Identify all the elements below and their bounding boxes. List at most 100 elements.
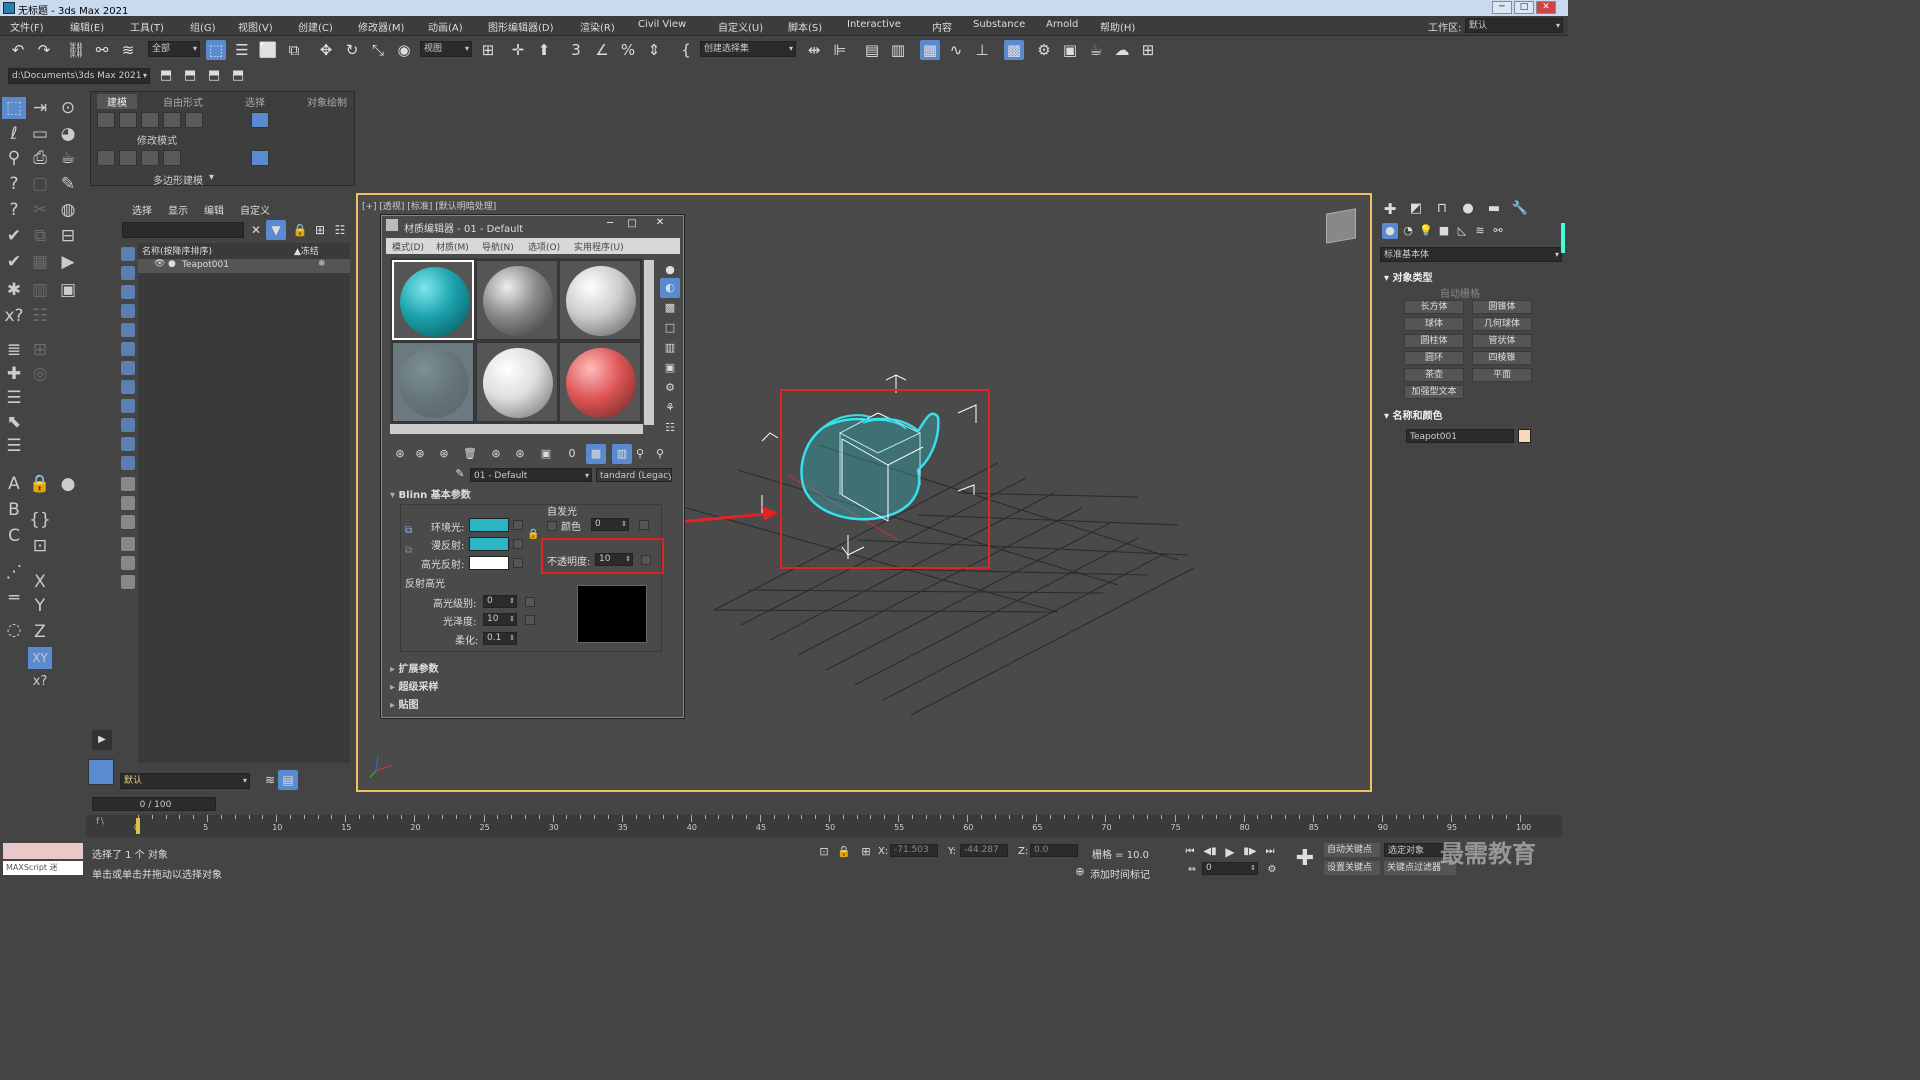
keyboard-shortcut-icon[interactable]: ⬆ (534, 40, 554, 60)
scene-explorer-icon[interactable]: ▦ (920, 40, 940, 60)
get-material-icon[interactable]: ⊛ (390, 444, 410, 464)
geosphere-button[interactable]: 几何球体 (1472, 317, 1532, 331)
scale-icon[interactable]: ⤡ (368, 40, 388, 60)
column-freeze-header[interactable]: ▲冻结 (294, 244, 319, 257)
clear-search-icon[interactable]: ✕ (246, 220, 266, 240)
pyramid-button[interactable]: 四棱锥 (1472, 351, 1532, 365)
mat-id-zero-icon[interactable]: 0 (562, 444, 582, 464)
coord-y-field[interactable]: -44.287 (960, 844, 1008, 857)
material-type-button[interactable]: tandard (Legacy (596, 468, 672, 482)
lock-dim-icon[interactable]: ⊞ (28, 339, 52, 361)
bind-spacewarp-icon[interactable]: ≋ (118, 40, 138, 60)
named-selection-set[interactable]: 创建选择集 ▾ (700, 41, 796, 57)
circle-tool-icon[interactable]: ◍ (56, 199, 80, 221)
make-unique-icon[interactable]: ⊛ (486, 444, 506, 464)
panel-scroll-indicator[interactable] (1561, 223, 1565, 253)
ambient-swatch[interactable] (469, 518, 509, 532)
scene-tab-display[interactable]: 显示 (168, 202, 188, 217)
filter-icon[interactable]: ▼ (266, 220, 286, 240)
filter-shapes-icon[interactable] (121, 266, 135, 280)
reset-map-icon[interactable]: 🗑 (460, 444, 480, 464)
modify-tab-icon[interactable]: ◩ (1406, 199, 1426, 219)
reference-coord-select[interactable]: 视图 ▾ (420, 41, 472, 57)
selection-filter[interactable]: 全部 ▾ (148, 41, 200, 57)
self-illum-map-button[interactable] (639, 520, 649, 530)
filter-groups-icon[interactable] (121, 361, 135, 375)
select-object-icon[interactable]: ⬚ (206, 40, 226, 60)
menu-views[interactable]: 视图(V) (238, 19, 273, 34)
filter-bones-icon[interactable] (121, 399, 135, 413)
scene-tab-customize[interactable]: 自定义 (240, 202, 270, 217)
geometry-icon[interactable]: ● (1382, 223, 1398, 239)
teapot-icon[interactable]: ☕ (56, 147, 80, 169)
undo-icon[interactable]: ↶ (8, 40, 28, 60)
ribbon-side2-button[interactable] (251, 150, 269, 166)
table-row[interactable]: 👁 ● Teapot001 ❄ (138, 259, 350, 273)
me-minimize-icon[interactable]: ─ (600, 218, 620, 231)
filter-frozen-icon[interactable] (121, 437, 135, 451)
menu-civil-view[interactable]: Civil View (638, 19, 686, 30)
me-menu-utilities[interactable]: 实用程序(U) (574, 240, 624, 253)
scene-tab-edit[interactable]: 编辑 (204, 202, 224, 217)
utilities-tab-icon[interactable]: 🔧 (1510, 199, 1530, 219)
lock-ambient-diffuse-icon[interactable]: ⧉ (405, 525, 412, 536)
layer-stack-icon[interactable]: ≋ (260, 770, 280, 790)
me-menu-material[interactable]: 材质(M) (436, 240, 469, 253)
select-name-icon[interactable]: ⇥ (28, 97, 52, 119)
filter-cameras-icon[interactable] (121, 304, 135, 318)
layers2-icon[interactable]: ☰ (2, 387, 26, 409)
select-manipulate-icon[interactable]: ✛ (508, 40, 528, 60)
filter-none-icon[interactable] (121, 496, 135, 510)
background-icon[interactable]: ▩ (660, 298, 680, 318)
check2-icon[interactable]: ✔ (2, 251, 26, 273)
menu-substance[interactable]: Substance (973, 19, 1025, 30)
menu-rendering[interactable]: 渲染(R) (580, 19, 615, 34)
layer-select[interactable]: 默认 ▾ (120, 773, 250, 789)
snaps-toggle-icon[interactable]: 3 (566, 40, 586, 60)
material-editor-icon[interactable]: ▩ (1004, 40, 1024, 60)
menu-modifiers[interactable]: 修改器(M) (358, 19, 404, 34)
show-end-icon[interactable]: ▥ (612, 444, 632, 464)
filter-funnel-icon[interactable] (121, 537, 135, 551)
plane-button[interactable]: 平面 (1472, 368, 1532, 382)
layers-icon[interactable]: ▭ (28, 123, 52, 145)
next-frame-icon[interactable]: ▮▶ (1240, 842, 1260, 862)
ribbon-tab-freeform[interactable]: 自由形式 (163, 94, 203, 109)
menu-edit[interactable]: 编辑(E) (70, 19, 104, 34)
coord-z-field[interactable]: 0.0 (1030, 844, 1078, 857)
menu-graph-editors[interactable]: 图形编辑器(D) (488, 19, 554, 34)
lock-diffuse-spec-icon[interactable]: ⧉ (405, 545, 412, 556)
hierarchy-tab-icon[interactable]: ⊓ (1432, 199, 1452, 219)
lock-colors-icon[interactable]: 🔒 (527, 529, 539, 540)
assign-to-sel-icon[interactable]: ⊛ (434, 444, 454, 464)
paint-icon[interactable]: ◕ (56, 123, 80, 145)
object-type-header[interactable]: ▾ 对象类型 (1384, 269, 1433, 284)
plus-icon[interactable]: ✚ (2, 363, 26, 385)
glossiness-map-button[interactable] (525, 615, 535, 625)
ribbon-group-dropdown-icon[interactable]: ▾ (209, 172, 214, 183)
list-icon[interactable]: ≣ (2, 339, 26, 361)
menu-customize[interactable]: 自定义(U) (718, 19, 763, 34)
coord-x-field[interactable]: -71.503 (890, 844, 938, 857)
ribbon-tab-object-paint[interactable]: 对象绘制 (307, 94, 347, 109)
cursor-icon[interactable]: ⬉ (2, 411, 26, 433)
menu-animation[interactable]: 动画(A) (428, 19, 463, 34)
scene-search-input[interactable] (122, 222, 244, 238)
snowflake-icon[interactable]: ✱ (2, 279, 26, 301)
layers-scene-icon[interactable]: ☷ (330, 220, 350, 240)
spec-level-spinner[interactable]: 0 ⇕ (483, 595, 517, 608)
place-icon[interactable]: ◉ (394, 40, 414, 60)
menu-group[interactable]: 组(G) (190, 19, 216, 34)
put-to-scene-icon[interactable]: ⊛ (410, 444, 430, 464)
dotted-circle-icon[interactable]: ◌ (2, 619, 26, 641)
category-select[interactable]: 标准基本体 ▾ (1380, 247, 1562, 262)
mat-id-icon[interactable]: ▣ (536, 444, 556, 464)
window-crossing-icon[interactable]: ⧉ (284, 40, 304, 60)
autokey-button[interactable]: 自动关键点 (1324, 843, 1380, 857)
rollout-supersampling[interactable]: ▸ 超级采样 (390, 678, 669, 693)
filter-lights-icon[interactable] (121, 285, 135, 299)
timeline-curve-icon[interactable]: f∖ (96, 817, 105, 827)
ribbon-tab-selection[interactable]: 选择 (245, 94, 265, 109)
rollout-extended[interactable]: ▸ 扩展参数 (390, 660, 669, 675)
link-icon[interactable]: ⛓ (66, 40, 86, 60)
